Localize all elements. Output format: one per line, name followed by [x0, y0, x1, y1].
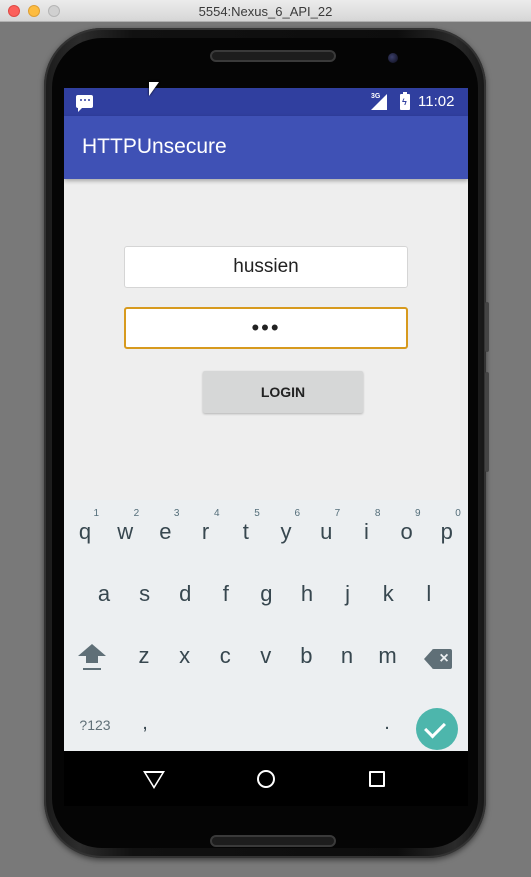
- key-z[interactable]: z: [126, 636, 162, 676]
- network-type-label: 3G: [371, 93, 381, 100]
- status-bar: 3G ϟ 11:02: [64, 88, 468, 116]
- key-a[interactable]: a: [86, 574, 122, 614]
- front-camera-icon: [388, 53, 398, 63]
- key-w[interactable]: w2: [107, 508, 143, 552]
- message-notification-icon: [76, 95, 93, 112]
- key-s[interactable]: s: [127, 574, 163, 614]
- shift-key-icon[interactable]: [78, 644, 106, 676]
- password-input[interactable]: •••: [124, 307, 408, 349]
- comma-key[interactable]: ,: [134, 708, 156, 738]
- volume-button[interactable]: [485, 372, 489, 472]
- key-d[interactable]: d: [167, 574, 203, 614]
- app-bar: HTTPUnsecure: [64, 116, 468, 179]
- key-q[interactable]: q1: [67, 508, 103, 552]
- top-speaker-icon: [210, 50, 336, 62]
- key-u[interactable]: u7: [308, 508, 344, 552]
- key-g[interactable]: g: [248, 574, 284, 614]
- emulator-window: 5554:Nexus_6_API_22 3G ϟ 11:02 HTTPUnsec…: [0, 0, 531, 877]
- key-h[interactable]: h: [289, 574, 325, 614]
- device-screen: 3G ϟ 11:02 HTTPUnsecure hussien ••• LOGI…: [64, 88, 468, 806]
- key-e[interactable]: e3: [147, 508, 183, 552]
- window-titlebar: 5554:Nexus_6_API_22: [0, 0, 531, 22]
- window-title: 5554:Nexus_6_API_22: [198, 4, 333, 19]
- back-icon[interactable]: [143, 771, 165, 789]
- key-p[interactable]: p0: [429, 508, 465, 552]
- recents-icon[interactable]: [369, 771, 385, 787]
- bottom-speaker-icon: [210, 835, 336, 847]
- key-c[interactable]: c: [207, 636, 243, 676]
- app-title: HTTPUnsecure: [82, 135, 227, 158]
- key-j[interactable]: j: [330, 574, 366, 614]
- key-v[interactable]: v: [248, 636, 284, 676]
- key-i[interactable]: i8: [348, 508, 384, 552]
- key-x[interactable]: x: [167, 636, 203, 676]
- key-t[interactable]: t5: [228, 508, 264, 552]
- key-f[interactable]: f: [208, 574, 244, 614]
- username-input[interactable]: hussien: [124, 246, 408, 288]
- battery-charging-icon: ϟ: [400, 92, 410, 110]
- key-y[interactable]: y6: [268, 508, 304, 552]
- key-n[interactable]: n: [329, 636, 365, 676]
- key-k[interactable]: k: [370, 574, 406, 614]
- period-key[interactable]: .: [376, 708, 398, 738]
- mouse-cursor-icon: [149, 82, 159, 96]
- key-m[interactable]: m: [370, 636, 406, 676]
- key-b[interactable]: b: [288, 636, 324, 676]
- key-o[interactable]: o9: [389, 508, 425, 552]
- navigation-bar: [64, 751, 468, 806]
- login-button[interactable]: LOGIN: [203, 371, 363, 413]
- soft-keyboard: q1w2e3r4t5y6u7i8o9p0 asdfghjkl zxcvbnm ×…: [64, 500, 468, 806]
- symbols-key[interactable]: ?123: [72, 710, 118, 740]
- home-icon[interactable]: [257, 770, 275, 788]
- done-check-icon[interactable]: [416, 708, 458, 750]
- backspace-key-icon[interactable]: ×: [424, 649, 452, 669]
- power-button[interactable]: [485, 302, 489, 352]
- status-clock: 11:02: [418, 93, 455, 110]
- key-l[interactable]: l: [411, 574, 447, 614]
- key-r[interactable]: r4: [188, 508, 224, 552]
